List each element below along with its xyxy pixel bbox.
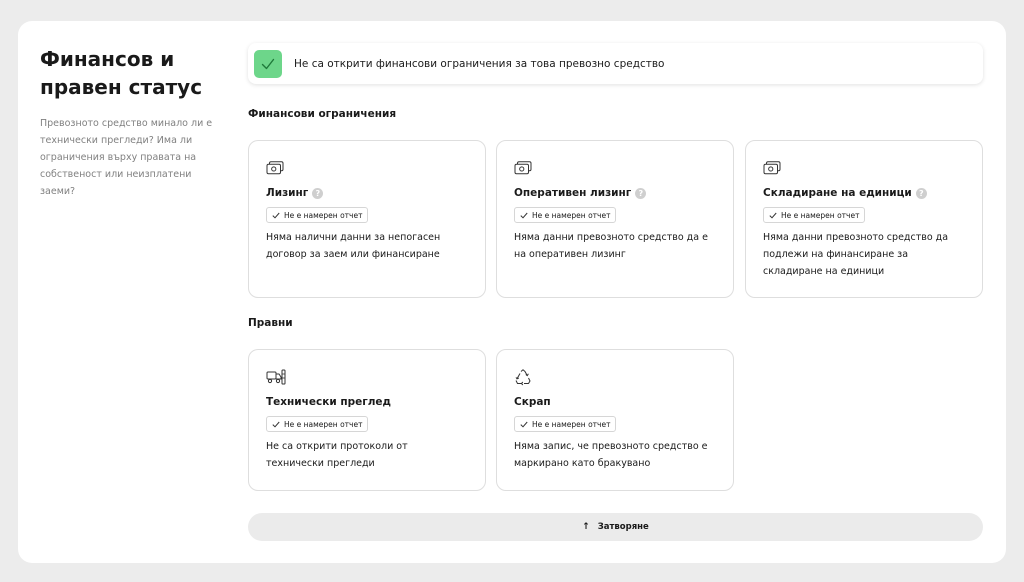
card-description: Няма налични данни за непогасен договор … [266,232,441,260]
check-small-icon [272,421,280,428]
card-title: Складиране на единици ? [763,186,965,200]
inspection-truck-icon [266,368,468,386]
status-badge-text: Не е намерен отчет [781,210,860,220]
status-banner: Не са открити финансови ограничения за т… [248,43,983,84]
help-icon[interactable]: ? [635,187,647,199]
card-description: Няма запис, че превозното средство е мар… [514,441,708,469]
status-badge-text: Не е намерен отчет [532,210,611,220]
card-floor-plan: Складиране на единици ? Не е намерен отч… [745,140,983,298]
status-badge: Не е намерен отчет [266,416,369,432]
money-icon [266,159,468,177]
section-sidebar: Финансов и правен статус Превозното сред… [40,45,220,200]
section-title: Финансов и правен статус [40,47,203,99]
card-scrap: Скрап Не е намерен отчет Няма запис, че … [496,349,734,491]
money-icon [514,159,716,177]
help-icon[interactable]: ? [312,187,324,199]
card-title: Лизинг ? [266,186,468,200]
card-title: Технически преглед [266,395,468,409]
card-description: Няма данни превозното средство да подлеж… [763,232,949,277]
status-badge: Не е намерен отчет [514,207,617,223]
check-icon [254,49,282,78]
status-badge: Не е намерен отчет [514,416,617,432]
card-title: Скрап [514,395,716,409]
status-banner-text: Не са открити финансови ограничения за т… [294,57,665,70]
card-technical-inspection: Технически преглед Не е намерен отчет Не… [248,349,486,491]
status-badge: Не е намерен отчет [266,207,369,223]
status-badge: Не е намерен отчет [763,207,866,223]
card-title-text: Лизинг [266,187,309,199]
check-small-icon [520,212,528,219]
status-badge-text: Не е намерен отчет [532,419,611,429]
check-small-icon [520,421,528,428]
card-title-text: Оперативен лизинг [514,187,632,199]
financial-heading: Финансови ограничения [248,108,397,120]
card-description: Няма данни превозното средство да е на о… [514,232,708,260]
card-description: Не са открити протоколи от технически пр… [266,441,408,469]
financial-legal-panel: Финансов и правен статус Превозното сред… [18,21,1006,563]
card-title: Оперативен лизинг ? [514,186,716,200]
card-title-text: Складиране на единици [763,187,912,199]
arrow-up-icon: ↑ [582,522,590,532]
legal-heading: Правни [248,317,293,329]
close-button-label: Затворяне [597,522,649,532]
card-leasing: Лизинг ? Не е намерен отчет Няма налични… [248,140,486,298]
status-badge-text: Не е намерен отчет [284,210,363,220]
check-small-icon [272,212,280,219]
money-icon [763,159,965,177]
status-badge-text: Не е намерен отчет [284,419,363,429]
section-description: Превозното средство минало ли е техничес… [40,118,213,197]
card-title-text: Скрап [514,396,551,408]
close-button[interactable]: ↑ Затворяне [248,513,983,541]
card-operating-leasing: Оперативен лизинг ? Не е намерен отчет Н… [496,140,734,298]
check-small-icon [769,212,777,219]
card-title-text: Технически преглед [266,396,392,408]
help-icon[interactable]: ? [915,187,927,199]
recycle-icon [514,368,716,386]
